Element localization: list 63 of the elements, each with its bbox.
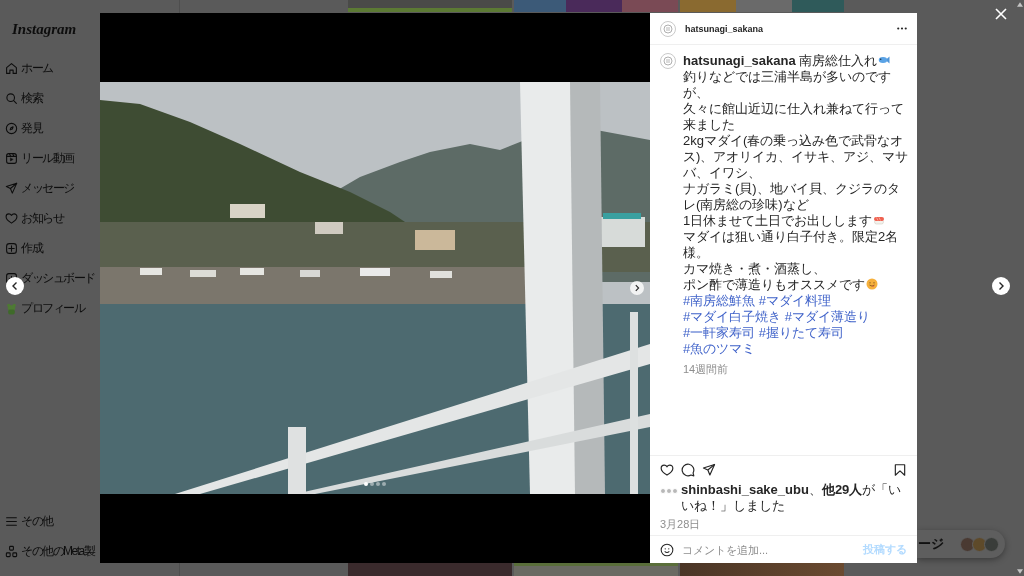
caption-text: 久々に館山近辺に仕入れ兼ねて行って来ました xyxy=(683,101,904,132)
fish-icon xyxy=(877,54,890,66)
hashtag-link[interactable]: #握りたて寿司 xyxy=(758,325,845,340)
comment-icon[interactable] xyxy=(681,463,695,477)
paper-plane-icon[interactable] xyxy=(702,463,716,477)
chevron-right-icon xyxy=(633,284,641,292)
heart-icon[interactable] xyxy=(660,463,674,477)
post-date: 3月28日 xyxy=(660,518,701,531)
hashtag-link[interactable]: #マダイ料理 xyxy=(758,293,832,308)
sushi-icon xyxy=(873,214,886,226)
nav-link[interactable]: 検索 xyxy=(0,83,42,113)
more-options-icon[interactable] xyxy=(897,27,907,30)
nav-link[interactable]: その他のMeta製 xyxy=(0,536,95,566)
avatar-icon xyxy=(984,536,999,552)
home-icon xyxy=(5,61,18,75)
nav-link[interactable]: 作成 xyxy=(0,233,42,263)
hashtag-link[interactable]: #一軒家寿司 xyxy=(683,325,756,340)
nav-link[interactable]: 発見 xyxy=(0,113,42,143)
nav-link[interactable]: メッセージ xyxy=(0,173,74,203)
compass-icon xyxy=(5,121,18,135)
caption-text: 釣りなどでは三浦半島が多いのですが、 xyxy=(683,69,891,100)
nav-link[interactable]: お知らせ xyxy=(0,203,63,233)
caption-text: カマ焼き・煮・酒蒸し、 xyxy=(683,261,826,276)
caption-text: ポン酢で薄造りもオススメです xyxy=(683,277,865,292)
avatar-icon xyxy=(960,536,975,552)
close-icon[interactable] xyxy=(995,8,1007,20)
scroll-down-arrow-icon[interactable] xyxy=(1017,569,1023,574)
bookmark-icon[interactable] xyxy=(893,463,907,477)
scroll-up-arrow-icon[interactable] xyxy=(1017,2,1023,7)
hashtag-link[interactable]: #マダイ薄造り xyxy=(784,309,871,324)
previous-post-button[interactable] xyxy=(6,277,24,295)
heart-icon xyxy=(5,211,18,225)
caption-text: 2kgマダイ(春の乗っ込み色で武骨なオス)、アオリイカ、イサキ、アジ、マサバ、イワシ、 xyxy=(683,133,909,180)
squares-icon xyxy=(5,544,18,558)
nav-link[interactable]: リール動画 xyxy=(0,143,74,173)
instagram-logo[interactable]: Instagram xyxy=(12,21,77,37)
avatar-icon xyxy=(972,536,987,552)
chevron-left-icon xyxy=(10,281,20,291)
play-tile-icon xyxy=(5,151,18,165)
nav-link[interactable]: その他 xyxy=(0,506,53,536)
username-link[interactable]: hatsunagi_sakana xyxy=(685,23,764,34)
username-link[interactable]: hatsunagi_sakana xyxy=(683,53,796,68)
messages-pill[interactable]: ージ xyxy=(917,530,1005,558)
post-time: 14週間前 xyxy=(683,363,729,376)
next-post-button[interactable] xyxy=(992,277,1010,295)
smiley-face-icon[interactable] xyxy=(660,542,674,557)
nav-link[interactable]: ホーム xyxy=(0,53,53,83)
caption-text: マダイは狙い通り白子付き。限定2名様。 xyxy=(683,229,899,260)
likes-text: shinbashi_sake_ubu、他29人が「いいね！」しました xyxy=(681,482,903,514)
search-icon xyxy=(5,91,18,105)
hashtag-link[interactable]: #魚のツマミ xyxy=(683,341,756,356)
smiling-face-icon xyxy=(866,278,878,290)
hashtag-link[interactable]: #マダイ白子焼き xyxy=(683,309,782,324)
paper-plane-icon xyxy=(5,181,18,195)
plus-square-icon xyxy=(5,241,18,255)
caption-text: 1日休ませて土日でお出しします xyxy=(683,213,873,228)
menu-icon xyxy=(5,514,18,528)
hashtag-link[interactable]: #南房総鮮魚 xyxy=(683,293,756,308)
caption-title: 南房総仕入れ xyxy=(798,53,877,68)
comment-input[interactable]: コメントを追加... xyxy=(682,543,855,556)
chevron-right-icon xyxy=(996,281,1006,291)
avatar-icon xyxy=(5,301,18,315)
caption-text: ナガラミ(貝)、地バイ貝、クジラのタレ(南房総の珍味)など xyxy=(683,181,900,212)
